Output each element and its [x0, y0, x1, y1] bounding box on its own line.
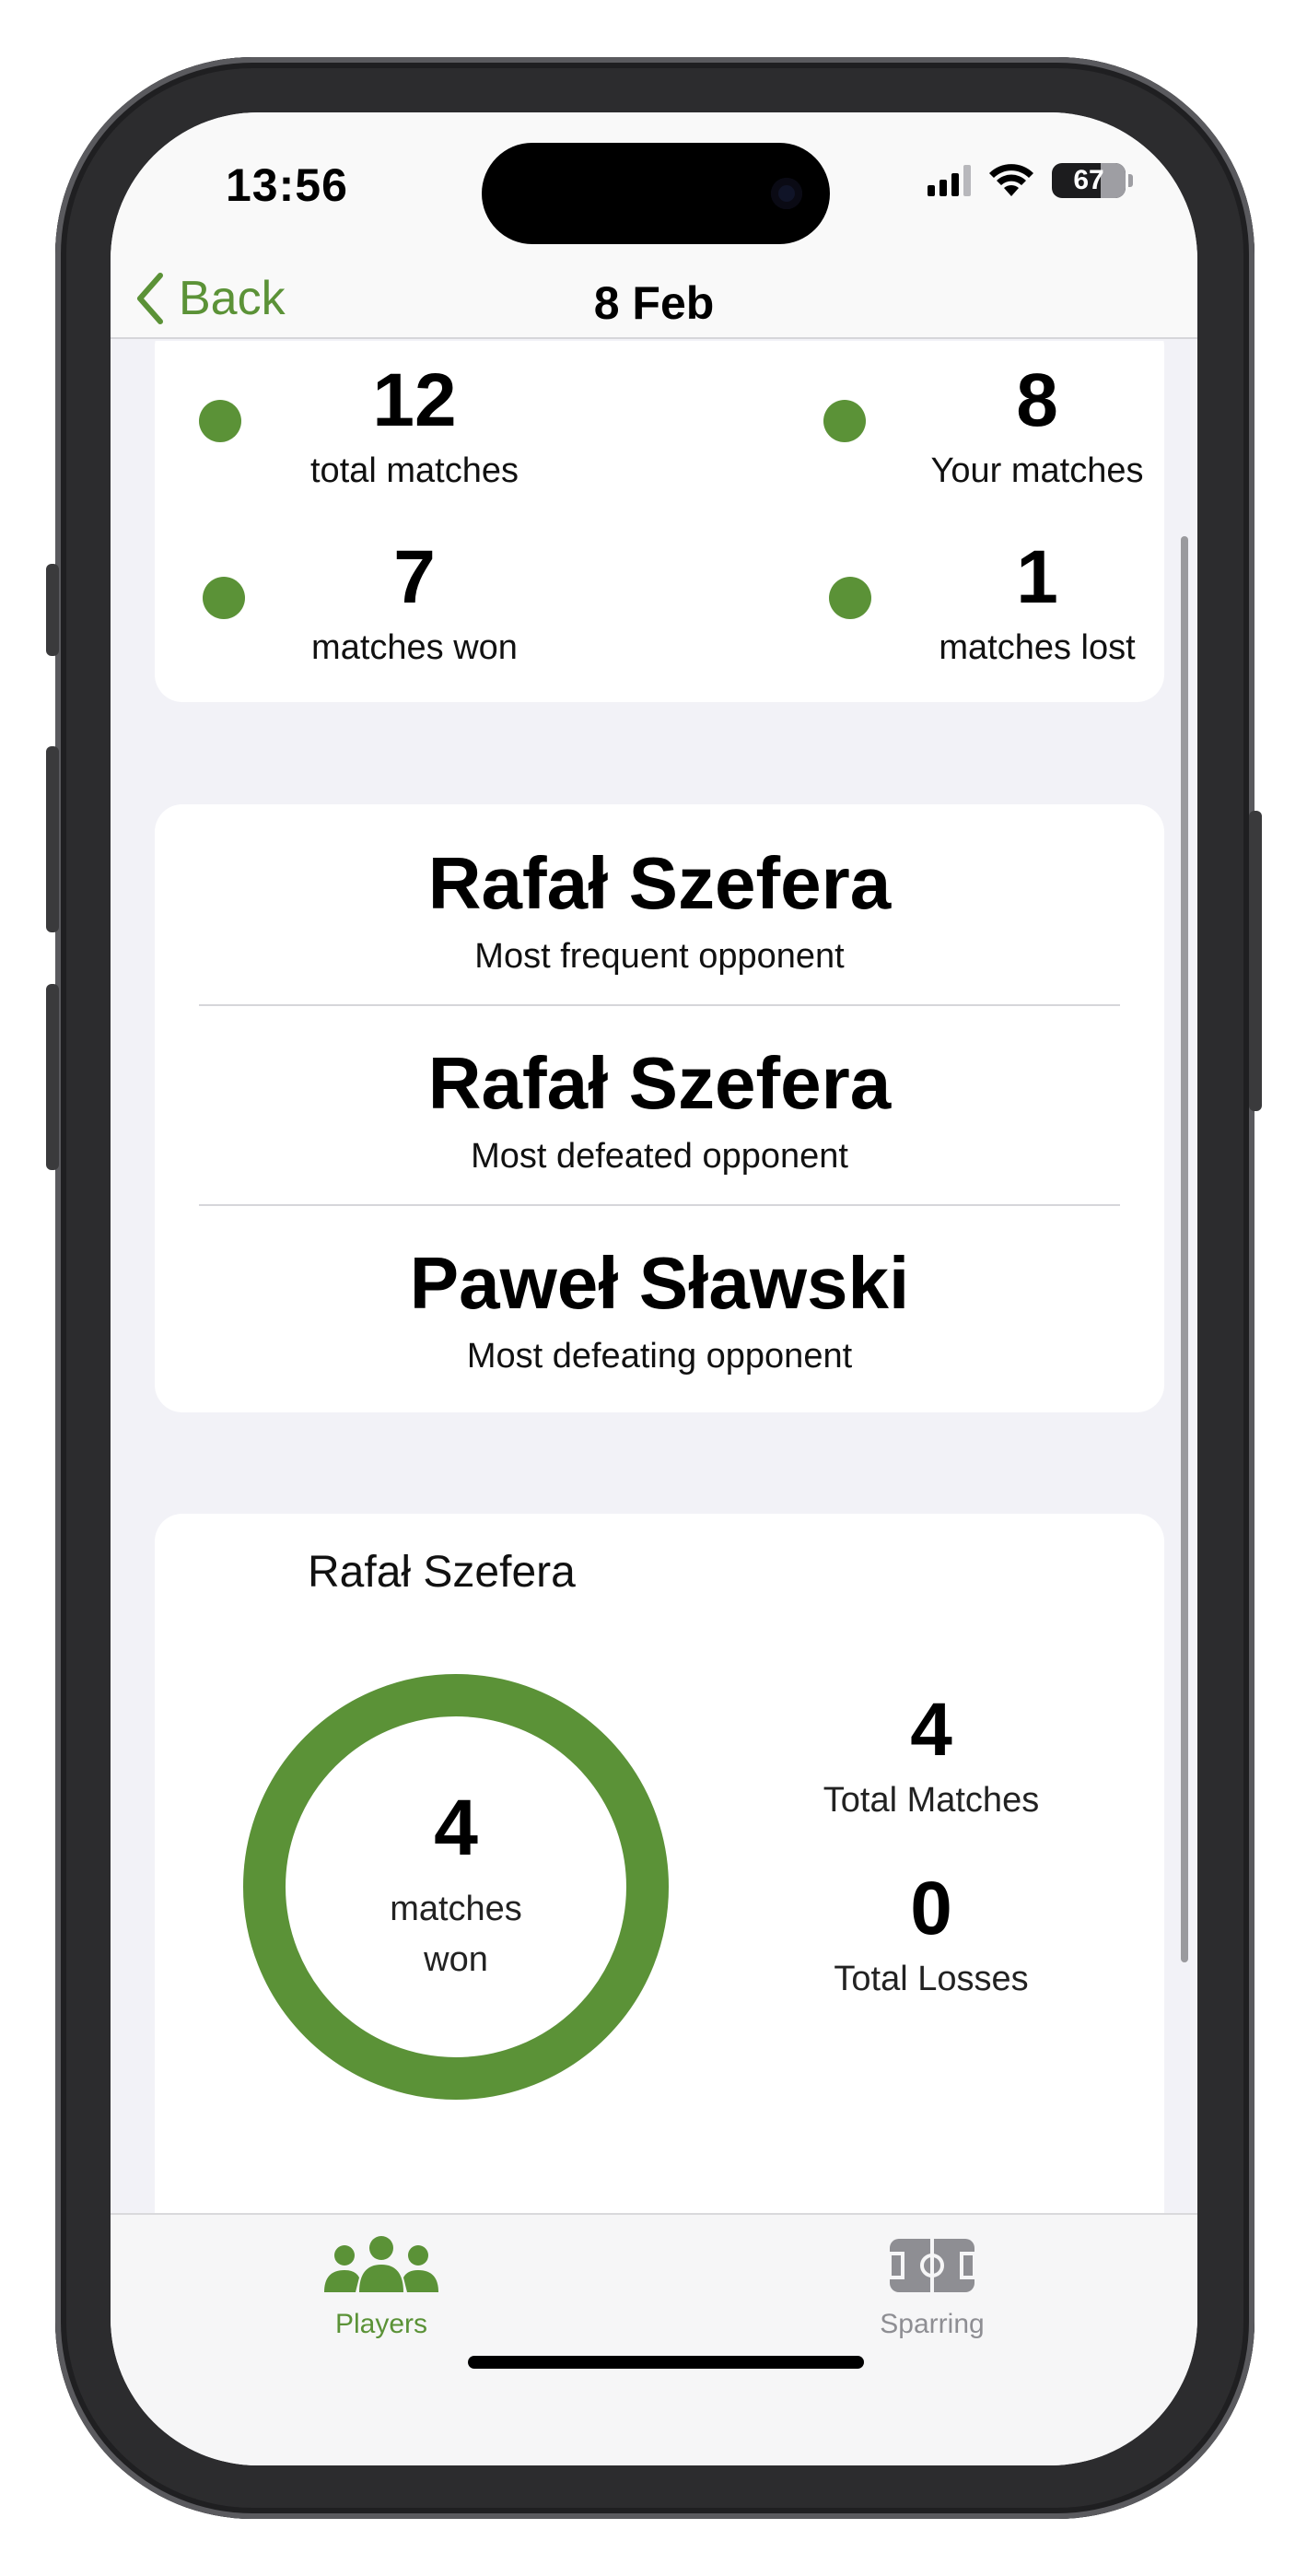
tab-players-label: Players — [334, 2309, 428, 2339]
most-defeating-opponent: Paweł Sławski Most defeating opponent — [155, 1247, 1164, 1376]
volume-up-button — [46, 746, 59, 932]
divider — [199, 1204, 1120, 1206]
status-dot — [829, 577, 871, 619]
ring-center: 4 matches won — [243, 1674, 669, 2100]
stat-label: Total Matches — [823, 1781, 1040, 1820]
status-bar: 13:56 67 — [111, 112, 1197, 251]
battery-icon: 67 — [1052, 163, 1133, 198]
opponent-name: Paweł Sławski — [409, 1242, 910, 1324]
stat-value: 7 — [393, 535, 436, 619]
total-matches-stat: 4 Total Matches — [775, 1692, 1088, 1821]
page-title: 8 Feb — [593, 277, 715, 329]
opponent-name: Rafał Szefera — [427, 842, 892, 924]
home-indicator[interactable] — [468, 2356, 864, 2369]
win-ring-chart: 4 matches won — [243, 1674, 669, 2100]
dynamic-island — [482, 143, 830, 244]
status-dot — [823, 400, 866, 442]
stat-your-matches: 8 Your matches — [823, 358, 1175, 491]
tab-players[interactable]: Players — [243, 2235, 519, 2340]
phone-screen: 13:56 67 Back 8 Feb 12 total matches 8 Y… — [111, 112, 1197, 2465]
stat-label: Your matches — [930, 451, 1144, 490]
status-dot — [199, 400, 241, 442]
tab-sparring[interactable]: Sparring — [794, 2235, 1070, 2340]
stat-label: matches won — [311, 628, 518, 667]
stat-value: 8 — [1016, 358, 1058, 442]
tab-bar: Players Sparring — [111, 2213, 1197, 2465]
front-camera — [771, 178, 802, 209]
stat-value: 4 — [910, 1688, 952, 1772]
most-defeated-opponent: Rafał Szefera Most defeated opponent — [155, 1047, 1164, 1177]
stat-label: total matches — [310, 451, 519, 490]
most-frequent-opponent: Rafał Szefera Most frequent opponent — [155, 847, 1164, 977]
opponent-name: Rafał Szefera — [427, 1042, 892, 1124]
stats-scroll-view[interactable]: 12 total matches 8 Your matches 7 matche… — [111, 341, 1197, 2215]
opponent-label: Most defeating opponent — [466, 1337, 853, 1376]
opponent-label: Most frequent opponent — [474, 937, 845, 976]
stat-value: 12 — [372, 358, 457, 442]
matches-won-value: 4 — [434, 1783, 478, 1872]
navigation-bar: Back 8 Feb — [111, 251, 1197, 339]
action-button — [46, 564, 59, 656]
cellular-signal-icon — [928, 165, 971, 196]
players-icon — [324, 2236, 438, 2292]
battery-percent: 67 — [1073, 165, 1104, 195]
status-time: 13:56 — [226, 159, 348, 211]
divider — [199, 1004, 1120, 1006]
scroll-indicator[interactable] — [1181, 536, 1188, 1962]
status-icons: 67 — [928, 163, 1133, 198]
stat-matches-won: 7 matches won — [203, 535, 553, 668]
stat-label: Total Losses — [834, 1960, 1029, 1998]
sparring-field-icon — [888, 2239, 976, 2292]
wifi-icon — [989, 164, 1033, 196]
head-to-head-card[interactable]: Rafał Szefera 4 matches won 4 Total Matc… — [155, 1514, 1164, 2215]
stat-label: matches lost — [939, 628, 1136, 667]
power-button — [1249, 811, 1262, 1111]
volume-down-button — [46, 984, 59, 1170]
stat-value: 1 — [1016, 535, 1058, 619]
stat-total-matches: 12 total matches — [199, 358, 553, 491]
head-to-head-opponent: Rafał Szefera — [308, 1548, 576, 1597]
summary-stats-card: 12 total matches 8 Your matches 7 matche… — [155, 341, 1164, 702]
matches-won-label: matches won — [390, 1889, 522, 1979]
status-dot — [203, 577, 245, 619]
tab-sparring-label: Sparring — [880, 2309, 985, 2339]
stat-matches-lost: 1 matches lost — [829, 535, 1175, 668]
opponents-card: Rafał Szefera Most frequent opponent Raf… — [155, 804, 1164, 1412]
total-losses-stat: 0 Total Losses — [775, 1871, 1088, 1999]
stat-value: 0 — [910, 1867, 952, 1950]
opponent-label: Most defeated opponent — [471, 1137, 848, 1176]
